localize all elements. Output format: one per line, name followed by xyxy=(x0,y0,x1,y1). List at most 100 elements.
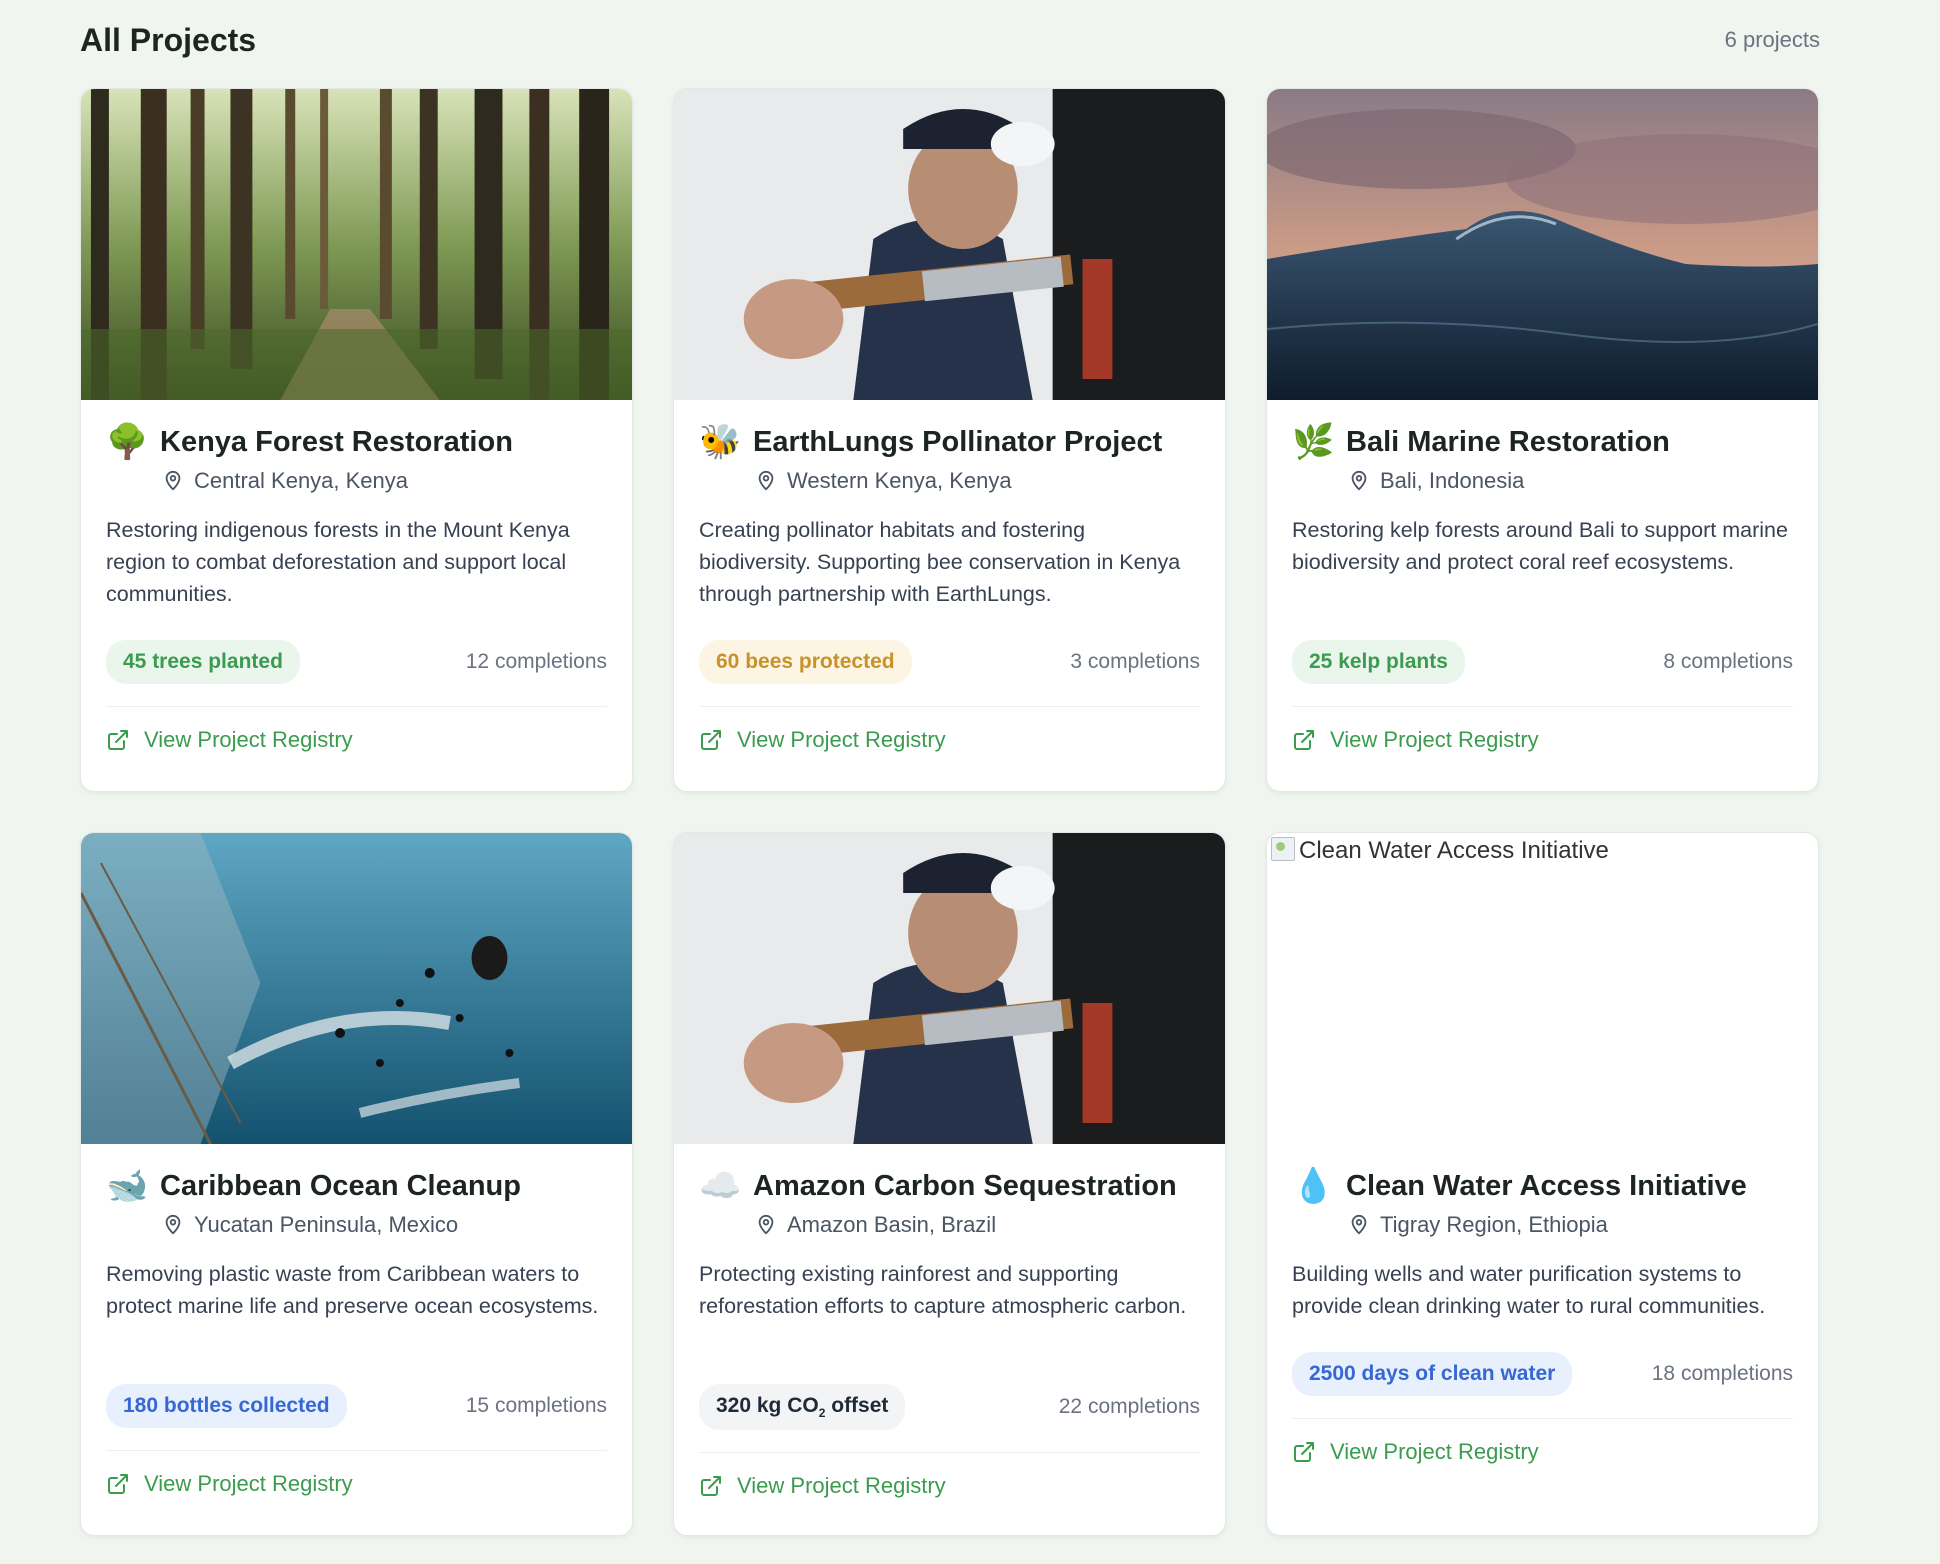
broken-image-placeholder: Clean Water Access Initiative xyxy=(1267,833,1818,1144)
project-title: Kenya Forest Restoration xyxy=(160,425,513,458)
project-image xyxy=(674,89,1225,400)
location-text: Yucatan Peninsula, Mexico xyxy=(194,1212,459,1237)
view-registry-link[interactable]: View Project Registry xyxy=(1292,1439,1793,1465)
project-grid: 🌳 Kenya Forest Restoration Central Kenya… xyxy=(80,88,1820,1536)
completions-count: 3 completions xyxy=(1070,650,1200,673)
page-header: All Projects 6 projects xyxy=(80,0,1820,80)
project-location: Yucatan Peninsula, Mexico xyxy=(162,1212,607,1238)
project-card[interactable]: 🌿 Bali Marine Restoration Bali, Indonesi… xyxy=(1266,88,1819,792)
external-link-icon xyxy=(108,730,128,750)
project-location: Bali, Indonesia xyxy=(1348,468,1793,494)
map-pin-icon xyxy=(1351,470,1367,491)
project-count: 6 projects xyxy=(1724,27,1820,52)
view-registry-label: View Project Registry xyxy=(1330,1439,1539,1464)
project-card[interactable]: 🐝 EarthLungs Pollinator Project Western … xyxy=(673,88,1226,792)
project-card[interactable]: 🌳 Kenya Forest Restoration Central Kenya… xyxy=(80,88,633,792)
impact-badge: 320 kg CO2 offset xyxy=(699,1384,906,1431)
completions-count: 15 completions xyxy=(465,1394,607,1417)
completions-count: 12 completions xyxy=(465,650,607,673)
project-card[interactable]: 🐋 Caribbean Ocean Cleanup Yucatan Penins… xyxy=(80,832,633,1536)
page-title: All Projects xyxy=(80,21,257,58)
map-pin-icon xyxy=(165,470,181,491)
project-location: Western Kenya, Kenya xyxy=(755,468,1200,494)
location-text: Tigray Region, Ethiopia xyxy=(1380,1212,1608,1237)
project-image xyxy=(81,833,632,1144)
forest-photo xyxy=(81,89,632,400)
project-image xyxy=(1267,89,1818,400)
external-link-icon xyxy=(701,730,721,750)
whale-icon: 🐋 xyxy=(106,1167,149,1205)
project-location: Tigray Region, Ethiopia xyxy=(1348,1212,1793,1238)
herb-icon: 🌿 xyxy=(1292,423,1335,461)
project-description: Restoring indigenous forests in the Moun… xyxy=(106,518,570,606)
divider xyxy=(699,1452,1200,1454)
project-description: Building wells and water purification sy… xyxy=(1292,1262,1766,1318)
map-pin-icon xyxy=(758,470,774,491)
external-link-icon xyxy=(1294,730,1314,750)
project-stats: 320 kg CO2 offset 22 completions xyxy=(699,1384,1200,1431)
droplet-icon: 💧 xyxy=(1292,1167,1335,1205)
external-link-icon xyxy=(701,1476,721,1497)
project-title: Amazon Carbon Sequestration xyxy=(753,1169,1177,1202)
beekeeper-photo xyxy=(674,89,1225,400)
completions-count: 8 completions xyxy=(1663,650,1793,673)
project-card[interactable]: Clean Water Access Initiative 💧 Clean Wa… xyxy=(1266,832,1819,1536)
ocean-plastic-photo xyxy=(81,833,632,1144)
divider xyxy=(1292,706,1793,707)
location-text: Bali, Indonesia xyxy=(1380,468,1525,493)
view-registry-label: View Project Registry xyxy=(1330,727,1539,752)
map-pin-icon xyxy=(165,1214,181,1235)
divider xyxy=(106,706,607,707)
view-registry-label: View Project Registry xyxy=(144,727,353,752)
project-card[interactable]: ☁️ Amazon Carbon Sequestration Amazon Ba… xyxy=(673,832,1226,1536)
map-pin-icon xyxy=(1351,1214,1367,1235)
cloud-icon: ☁️ xyxy=(699,1167,742,1205)
view-registry-label: View Project Registry xyxy=(737,1473,946,1499)
project-location: Amazon Basin, Brazil xyxy=(755,1212,1200,1238)
project-title: Bali Marine Restoration xyxy=(1346,425,1670,458)
project-title: Clean Water Access Initiative xyxy=(1346,1169,1747,1202)
tree-icon: 🌳 xyxy=(106,423,149,461)
ocean-wave-photo xyxy=(1267,89,1818,400)
view-registry-link[interactable]: View Project Registry xyxy=(1292,727,1793,753)
divider xyxy=(699,706,1200,707)
view-registry-link[interactable]: View Project Registry xyxy=(699,727,1200,753)
project-title: Caribbean Ocean Cleanup xyxy=(160,1169,521,1202)
project-title: EarthLungs Pollinator Project xyxy=(753,425,1163,458)
project-stats: 2500 days of clean water 18 completions xyxy=(1292,1352,1793,1396)
project-description: Creating pollinator habitats and fosteri… xyxy=(699,518,1181,606)
view-registry-link[interactable]: View Project Registry xyxy=(699,1473,1200,1499)
completions-count: 22 completions xyxy=(1058,1395,1200,1419)
divider xyxy=(1292,1418,1793,1419)
project-image xyxy=(81,89,632,400)
location-text: Amazon Basin, Brazil xyxy=(787,1212,997,1237)
view-registry-link[interactable]: View Project Registry xyxy=(106,1471,607,1497)
impact-badge: 180 bottles collected xyxy=(106,1384,347,1428)
divider xyxy=(106,1450,607,1451)
projects-page: All Projects 6 projects 🌳 Kenya Forest R… xyxy=(80,0,1820,1536)
impact-badge: 2500 days of clean water xyxy=(1292,1352,1573,1396)
image-alt-text: Clean Water Access Initiative xyxy=(1299,837,1609,864)
impact-suffix: offset xyxy=(825,1394,889,1417)
bee-icon: 🐝 xyxy=(699,423,742,461)
project-description: Removing plastic waste from Caribbean wa… xyxy=(106,1262,599,1318)
completions-count: 18 completions xyxy=(1651,1362,1793,1385)
view-registry-label: View Project Registry xyxy=(144,1471,353,1496)
impact-badge: 45 trees planted xyxy=(106,640,300,684)
project-location: Central Kenya, Kenya xyxy=(162,468,607,494)
project-stats: 60 bees protected 3 completions xyxy=(699,640,1200,684)
view-registry-label: View Project Registry xyxy=(737,727,946,752)
view-registry-link[interactable]: View Project Registry xyxy=(106,727,607,753)
project-stats: 25 kelp plants 8 completions xyxy=(1292,640,1793,684)
project-description: Restoring kelp forests around Bali to su… xyxy=(1292,518,1788,574)
map-pin-icon xyxy=(758,1214,774,1235)
external-link-icon xyxy=(108,1474,128,1494)
impact-badge: 60 bees protected xyxy=(699,640,912,684)
external-link-icon xyxy=(1294,1442,1314,1462)
location-text: Central Kenya, Kenya xyxy=(194,468,409,493)
project-stats: 180 bottles collected 15 completions xyxy=(106,1384,607,1428)
impact-badge: 25 kelp plants xyxy=(1292,640,1465,684)
project-description: Protecting existing rainforest and suppo… xyxy=(699,1262,1187,1318)
impact-prefix: 320 kg CO xyxy=(716,1394,819,1417)
broken-image-icon xyxy=(1271,837,1295,861)
